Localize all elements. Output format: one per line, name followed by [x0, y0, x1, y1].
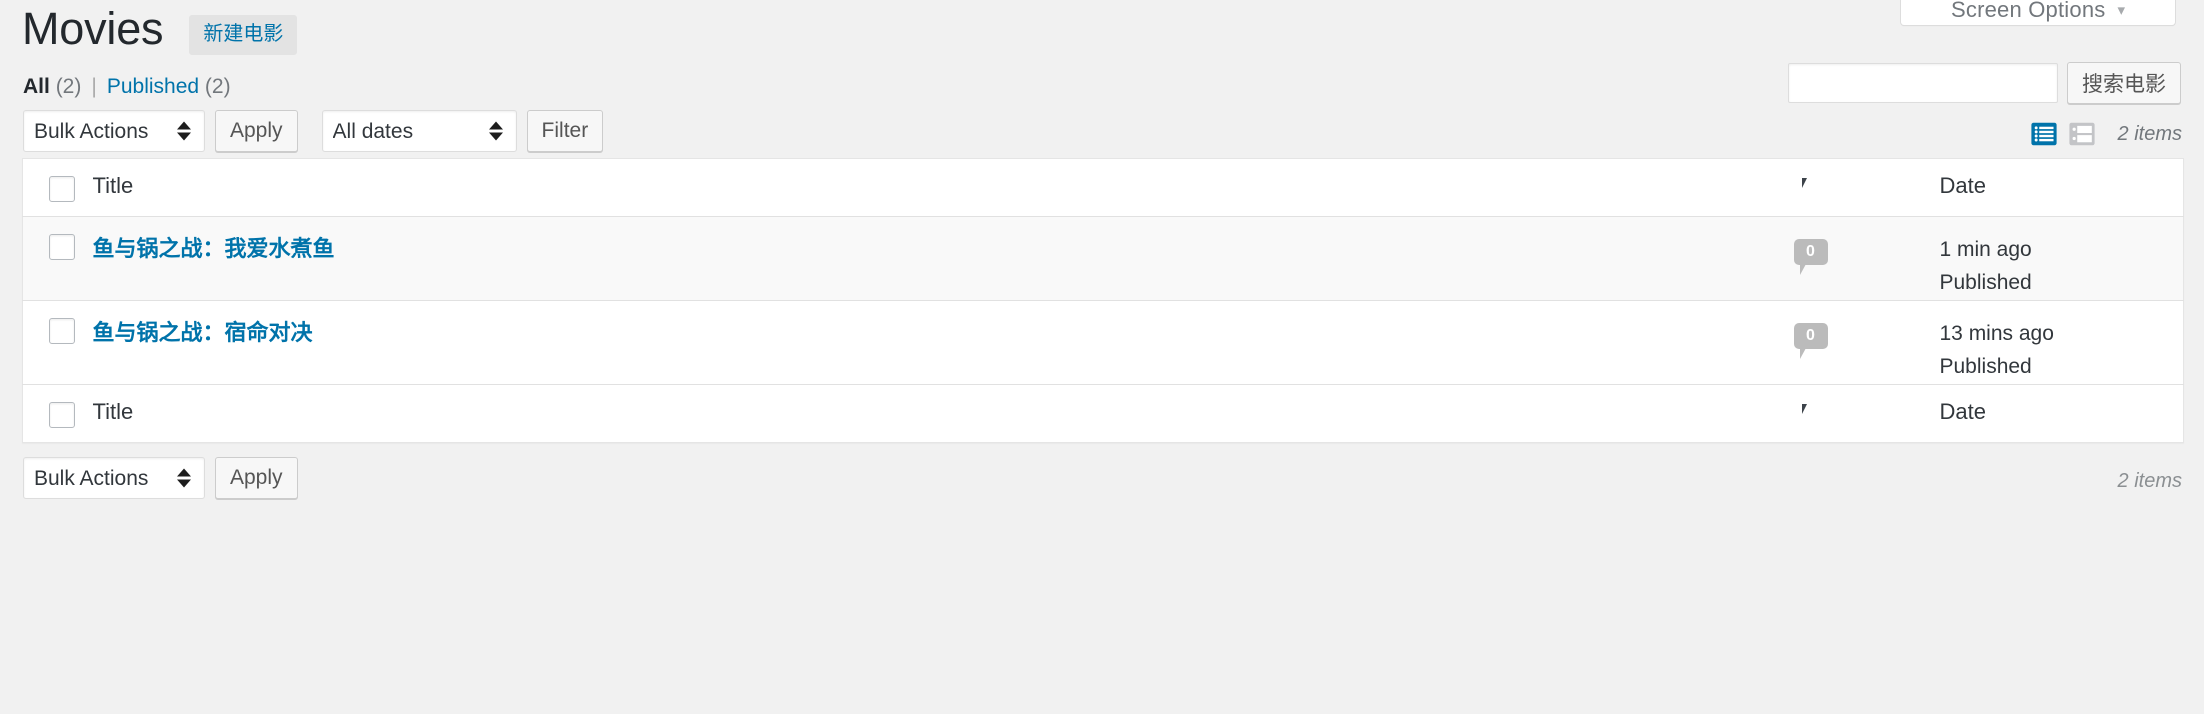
row-date-value: 1 min ago: [1940, 234, 2184, 267]
row-title-link[interactable]: 鱼与锅之战：我爱水煮鱼: [93, 217, 335, 264]
tablenav-bottom: Bulk Actions Apply 2 items: [0, 457, 2204, 505]
comment-count-value: 0: [1794, 323, 1828, 349]
view-all-label: All: [23, 75, 50, 98]
title-column-label: Title: [93, 159, 1794, 199]
add-new-movie-button[interactable]: 新建电影: [189, 15, 297, 55]
view-all-count: (2): [56, 75, 82, 98]
select-all-header: [23, 159, 93, 217]
title-column-header[interactable]: Title: [93, 159, 1794, 217]
view-published-count: (2): [205, 75, 231, 98]
displaying-num-top: 2 items: [2118, 123, 2182, 146]
row-title-cell: 鱼与锅之战：我爱水煮鱼: [93, 217, 1794, 301]
movies-table: Title Date 鱼与锅之战：我爱水煮鱼: [22, 158, 2184, 443]
chevron-down-icon: ▾: [2117, 1, 2125, 19]
tablenav-bottom-right: 2 items: [2118, 457, 2182, 505]
row-title-cell: 鱼与锅之战：宿命对决: [93, 301, 1794, 385]
search-box: 搜索电影: [1788, 62, 2181, 104]
comment-count-badge[interactable]: 0: [1794, 323, 1828, 349]
date-filter-select[interactable]: All dates: [322, 110, 517, 152]
row-status-value: Published: [1940, 267, 2184, 300]
list-view-icon[interactable]: [2030, 120, 2058, 148]
bulk-actions-select-wrap-bottom: Bulk Actions: [23, 457, 205, 499]
view-published[interactable]: Published (2): [107, 75, 231, 98]
screen-options-tab[interactable]: Screen Options ▾: [1900, 0, 2176, 26]
date-column-label: Date: [1914, 159, 2184, 199]
tablenav-top-right: 2 items: [2020, 110, 2182, 158]
row-date-value: 13 mins ago: [1940, 318, 2184, 351]
views-list: All (2) | Published (2): [23, 74, 231, 99]
search-movies-button[interactable]: 搜索电影: [2067, 62, 2181, 104]
bulk-actions-select[interactable]: Bulk Actions: [23, 110, 205, 152]
select-all-checkbox-top[interactable]: [49, 176, 75, 202]
row-comments-cell: 0: [1794, 217, 1914, 301]
row-title-link[interactable]: 鱼与锅之战：宿命对决: [93, 301, 313, 348]
row-status-value: Published: [1940, 351, 2184, 384]
screen-options-label: Screen Options: [1951, 0, 2105, 23]
select-all-footer: [23, 385, 93, 443]
view-published-label[interactable]: Published: [107, 75, 199, 98]
page-header: Movies 新建电影: [22, 4, 297, 60]
table-header-row: Title Date: [23, 159, 2184, 217]
tablenav-bottom-actions: Bulk Actions Apply: [23, 457, 298, 499]
row-checkbox[interactable]: [49, 318, 75, 344]
row-date-cell: 13 mins ago Published: [1914, 301, 2184, 385]
table-row: 鱼与锅之战：宿命对决 0 13 mins ago Published: [23, 301, 2184, 385]
table-body: 鱼与锅之战：我爱水煮鱼 0 1 min ago Published: [23, 217, 2184, 385]
tablenav-top-actions: Bulk Actions Apply All dates Filter: [23, 110, 603, 152]
title-column-footer-label: Title: [93, 385, 1794, 425]
row-checkbox[interactable]: [49, 234, 75, 260]
table-footer-row: Title Date: [23, 385, 2184, 443]
comment-count-badge[interactable]: 0: [1794, 239, 1828, 265]
row-date-cell: 1 min ago Published: [1914, 217, 2184, 301]
admin-page: Screen Options ▾ Movies 新建电影 All (2) | Pub…: [0, 0, 2204, 714]
filter-button[interactable]: Filter: [527, 110, 604, 152]
bulk-actions-select-wrap: Bulk Actions: [23, 110, 205, 152]
view-all[interactable]: All (2): [23, 75, 81, 98]
bulk-actions-select-bottom[interactable]: Bulk Actions: [23, 457, 205, 499]
title-column-footer[interactable]: Title: [93, 385, 1794, 443]
search-input[interactable]: [1788, 63, 2058, 103]
views-separator: |: [91, 75, 96, 98]
date-column-footer-label: Date: [1914, 385, 2184, 425]
table-foot: Title Date: [23, 385, 2184, 443]
date-column-header[interactable]: Date: [1914, 159, 2184, 217]
row-select-cell: [23, 301, 93, 385]
comments-column-header[interactable]: [1794, 159, 1914, 217]
tablenav-top: Bulk Actions Apply All dates Filter: [0, 110, 2204, 158]
comment-count-value: 0: [1794, 239, 1828, 265]
table-head: Title Date: [23, 159, 2184, 217]
select-all-checkbox-bottom[interactable]: [49, 402, 75, 428]
page-title: Movies: [22, 4, 163, 60]
comments-column-footer[interactable]: [1794, 385, 1914, 443]
date-column-footer[interactable]: Date: [1914, 385, 2184, 443]
view-switch: [2020, 120, 2096, 148]
row-comments-cell: 0: [1794, 301, 1914, 385]
displaying-num-bottom: 2 items: [2118, 470, 2182, 493]
excerpt-view-icon[interactable]: [2068, 120, 2096, 148]
row-select-cell: [23, 217, 93, 301]
apply-button-top[interactable]: Apply: [215, 110, 298, 152]
table-row: 鱼与锅之战：我爱水煮鱼 0 1 min ago Published: [23, 217, 2184, 301]
apply-button-bottom[interactable]: Apply: [215, 457, 298, 499]
date-filter-select-wrap: All dates: [322, 110, 517, 152]
